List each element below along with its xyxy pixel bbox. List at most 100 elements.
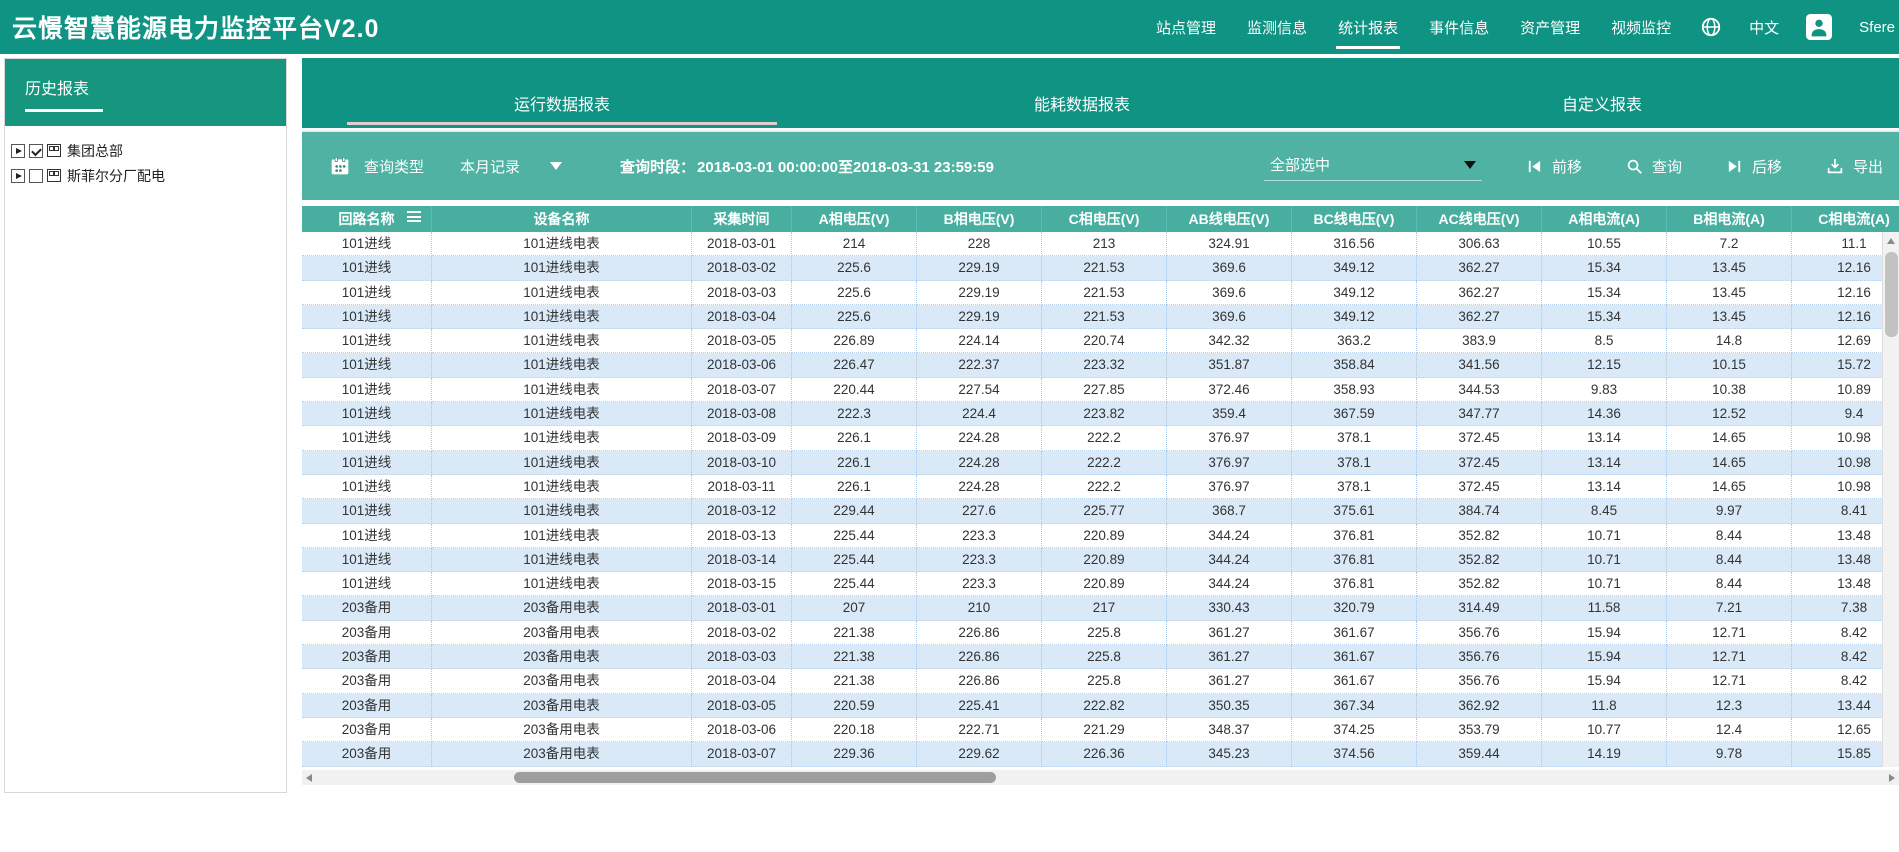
query-type-select[interactable]: 本月记录 xyxy=(460,156,562,177)
table-cell: 356.76 xyxy=(1417,621,1542,645)
table-row[interactable]: 101进线101进线电表2018-03-03225.6229.19221.533… xyxy=(302,281,1899,305)
table-row[interactable]: 101进线101进线电表2018-03-11226.1224.28222.237… xyxy=(302,475,1899,499)
table-row[interactable]: 101进线101进线电表2018-03-08222.3224.4223.8235… xyxy=(302,402,1899,426)
table-cell: 222.2 xyxy=(1042,426,1167,450)
checkbox[interactable] xyxy=(29,169,43,183)
org-icon xyxy=(47,169,61,182)
horizontal-scrollbar-thumb[interactable] xyxy=(514,772,996,783)
table-row[interactable]: 203备用203备用电表2018-03-05220.59225.41222.82… xyxy=(302,694,1899,718)
tab[interactable]: 运行数据报表 xyxy=(302,58,822,128)
nav-item[interactable]: 视频监控 xyxy=(1609,13,1673,42)
table-row[interactable]: 203备用203备用电表2018-03-04221.38226.86225.83… xyxy=(302,669,1899,693)
table-cell: 220.59 xyxy=(792,694,917,718)
table-cell: 345.23 xyxy=(1167,742,1292,766)
table-cell: 101进线电表 xyxy=(432,232,692,256)
scroll-right-arrow-icon[interactable] xyxy=(1884,770,1899,785)
column-header[interactable]: 采集时间 xyxy=(692,206,792,232)
column-header[interactable]: AB线电压(V) xyxy=(1167,206,1292,232)
username-label[interactable]: Sfere xyxy=(1859,19,1895,36)
expand-icon[interactable] xyxy=(11,169,25,183)
table-cell: 12.71 xyxy=(1667,645,1792,669)
expand-icon[interactable] xyxy=(11,144,25,158)
table-row[interactable]: 203备用203备用电表2018-03-01207210217330.43320… xyxy=(302,596,1899,620)
table-cell: 225.6 xyxy=(792,305,917,329)
table-cell: 220.89 xyxy=(1042,572,1167,596)
scroll-left-arrow-icon[interactable] xyxy=(302,770,317,785)
column-header[interactable]: 设备名称 xyxy=(432,206,692,232)
language-globe-icon[interactable] xyxy=(1700,16,1722,38)
column-header-label: A相电流(A) xyxy=(1568,211,1640,227)
table-row[interactable]: 203备用203备用电表2018-03-02221.38226.86225.83… xyxy=(302,621,1899,645)
table-row[interactable]: 101进线101进线电表2018-03-13225.44223.3220.893… xyxy=(302,524,1899,548)
next-button-label: 后移 xyxy=(1752,156,1782,177)
column-header[interactable]: A相电流(A) xyxy=(1542,206,1667,232)
language-label[interactable]: 中文 xyxy=(1749,17,1779,38)
chevron-down-icon xyxy=(550,162,562,170)
table-row[interactable]: 101进线101进线电表2018-03-12229.44227.6225.773… xyxy=(302,499,1899,523)
table-header-row: 回路名称 设备名称采集时间A相电压(V)B相电压(V)C相电压(V)AB线电压(V… xyxy=(302,206,1899,232)
table-row[interactable]: 101进线101进线电表2018-03-09226.1224.28222.237… xyxy=(302,426,1899,450)
tree-node[interactable]: 集团总部 xyxy=(11,138,280,163)
table-cell: 101进线电表 xyxy=(432,378,692,402)
table-row[interactable]: 101进线101进线电表2018-03-07220.44227.54227.85… xyxy=(302,378,1899,402)
table-cell: 362.27 xyxy=(1417,281,1542,305)
table-cell: 349.12 xyxy=(1292,281,1417,305)
next-button[interactable]: 后移 xyxy=(1726,156,1782,177)
table-cell: 12.71 xyxy=(1667,669,1792,693)
table-row[interactable]: 101进线101进线电表2018-03-15225.44223.3220.893… xyxy=(302,572,1899,596)
column-header-label: 回路名称 xyxy=(339,211,395,227)
nav-item[interactable]: 站点管理 xyxy=(1154,13,1218,42)
vertical-scrollbar[interactable] xyxy=(1882,232,1899,767)
table-cell: 222.3 xyxy=(792,402,917,426)
column-header[interactable]: BC线电压(V) xyxy=(1292,206,1417,232)
nav-item[interactable]: 事件信息 xyxy=(1427,13,1491,42)
table-cell: 220.44 xyxy=(792,378,917,402)
nav-item[interactable]: 资产管理 xyxy=(1518,13,1582,42)
table-row[interactable]: 203备用203备用电表2018-03-07229.36229.62226.36… xyxy=(302,742,1899,766)
table-cell: 2018-03-07 xyxy=(692,742,792,766)
table-cell: 13.14 xyxy=(1542,475,1667,499)
table-cell: 344.24 xyxy=(1167,548,1292,572)
checkbox[interactable] xyxy=(29,144,43,158)
table-row[interactable]: 101进线101进线电表2018-03-04225.6229.19221.533… xyxy=(302,305,1899,329)
column-header[interactable]: C相电压(V) xyxy=(1042,206,1167,232)
user-avatar-icon[interactable] xyxy=(1806,14,1832,40)
select-all-dropdown[interactable]: 全部选中 xyxy=(1264,151,1482,181)
table-cell: 356.76 xyxy=(1417,645,1542,669)
search-button[interactable]: 查询 xyxy=(1626,156,1682,177)
table-cell: 15.94 xyxy=(1542,669,1667,693)
vertical-scrollbar-thumb[interactable] xyxy=(1885,252,1898,337)
column-header[interactable]: B相电流(A) xyxy=(1667,206,1792,232)
nav-item[interactable]: 监测信息 xyxy=(1245,13,1309,42)
report-tree: 集团总部斯菲尔分厂配电 xyxy=(5,126,286,200)
table-row[interactable]: 101进线101进线电表2018-03-01214228213324.91316… xyxy=(302,232,1899,256)
table-row[interactable]: 101进线101进线电表2018-03-02225.6229.19221.533… xyxy=(302,256,1899,280)
column-header[interactable]: B相电压(V) xyxy=(917,206,1042,232)
table-cell: 228 xyxy=(917,232,1042,256)
column-header[interactable]: A相电压(V) xyxy=(792,206,917,232)
table-cell: 225.41 xyxy=(917,694,1042,718)
column-header[interactable]: C相电流(A) xyxy=(1792,206,1899,232)
table-cell: 101进线 xyxy=(302,329,432,353)
column-header[interactable]: AC线电压(V) xyxy=(1417,206,1542,232)
calendar-icon[interactable] xyxy=(330,156,350,176)
table-row[interactable]: 203备用203备用电表2018-03-03221.38226.86225.83… xyxy=(302,645,1899,669)
table-row[interactable]: 101进线101进线电表2018-03-05226.89224.14220.74… xyxy=(302,329,1899,353)
nav-item[interactable]: 统计报表 xyxy=(1336,13,1400,42)
export-button[interactable]: 导出 xyxy=(1826,156,1883,177)
column-header[interactable]: 回路名称 xyxy=(302,206,432,232)
table-row[interactable]: 101进线101进线电表2018-03-06226.47222.37223.32… xyxy=(302,353,1899,377)
column-menu-icon[interactable] xyxy=(407,211,421,222)
tab[interactable]: 能耗数据报表 xyxy=(822,58,1342,128)
table-cell: 10.55 xyxy=(1542,232,1667,256)
tab[interactable]: 自定义报表 xyxy=(1342,58,1862,128)
tree-node[interactable]: 斯菲尔分厂配电 xyxy=(11,163,280,188)
table-row[interactable]: 203备用203备用电表2018-03-06220.18222.71221.29… xyxy=(302,718,1899,742)
table-row[interactable]: 101进线101进线电表2018-03-10226.1224.28222.237… xyxy=(302,451,1899,475)
horizontal-scrollbar[interactable] xyxy=(302,770,1899,785)
table-cell: 226.1 xyxy=(792,475,917,499)
scroll-up-arrow-icon[interactable] xyxy=(1883,232,1899,249)
prev-button[interactable]: 前移 xyxy=(1526,156,1582,177)
table-cell: 101进线 xyxy=(302,305,432,329)
table-row[interactable]: 101进线101进线电表2018-03-14225.44223.3220.893… xyxy=(302,548,1899,572)
